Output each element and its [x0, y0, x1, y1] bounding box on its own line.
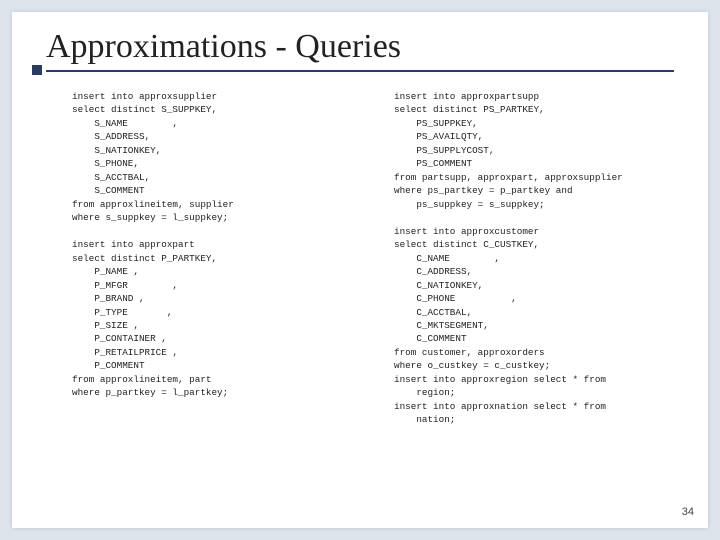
title-underline	[46, 70, 674, 72]
code-block-right: insert into approxpartsupp select distin…	[394, 90, 680, 427]
slide: Approximations - Queries insert into app…	[12, 12, 708, 528]
title-area: Approximations - Queries	[12, 12, 708, 72]
code-block-left: insert into approxsupplier select distin…	[72, 90, 358, 427]
slide-title: Approximations - Queries	[46, 28, 674, 66]
page-number: 34	[682, 506, 694, 518]
content-area: insert into approxsupplier select distin…	[12, 72, 708, 427]
title-bullet-icon	[32, 65, 42, 75]
